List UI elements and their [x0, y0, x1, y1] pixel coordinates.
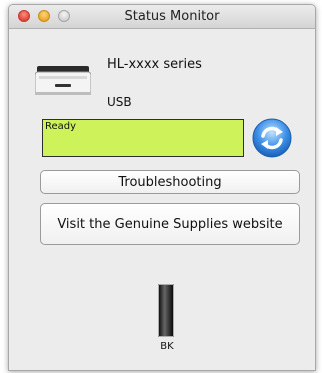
window-title: Status Monitor	[124, 9, 220, 24]
status-display: Ready	[42, 119, 244, 157]
genuine-supplies-button[interactable]: Visit the Genuine Supplies website	[40, 203, 300, 245]
status-text: Ready	[45, 121, 77, 132]
toner-fill-black	[159, 285, 173, 336]
troubleshooting-button[interactable]: Troubleshooting	[40, 170, 300, 194]
toner-level-bar	[158, 284, 174, 337]
connection-type-label: USB	[107, 95, 132, 109]
refresh-icon[interactable]	[252, 118, 292, 158]
printer-model-label: HL-xxxx series	[107, 57, 202, 72]
printer-icon	[35, 66, 91, 95]
toner-label: BK	[160, 341, 174, 352]
title-bar: Status Monitor	[9, 5, 315, 29]
